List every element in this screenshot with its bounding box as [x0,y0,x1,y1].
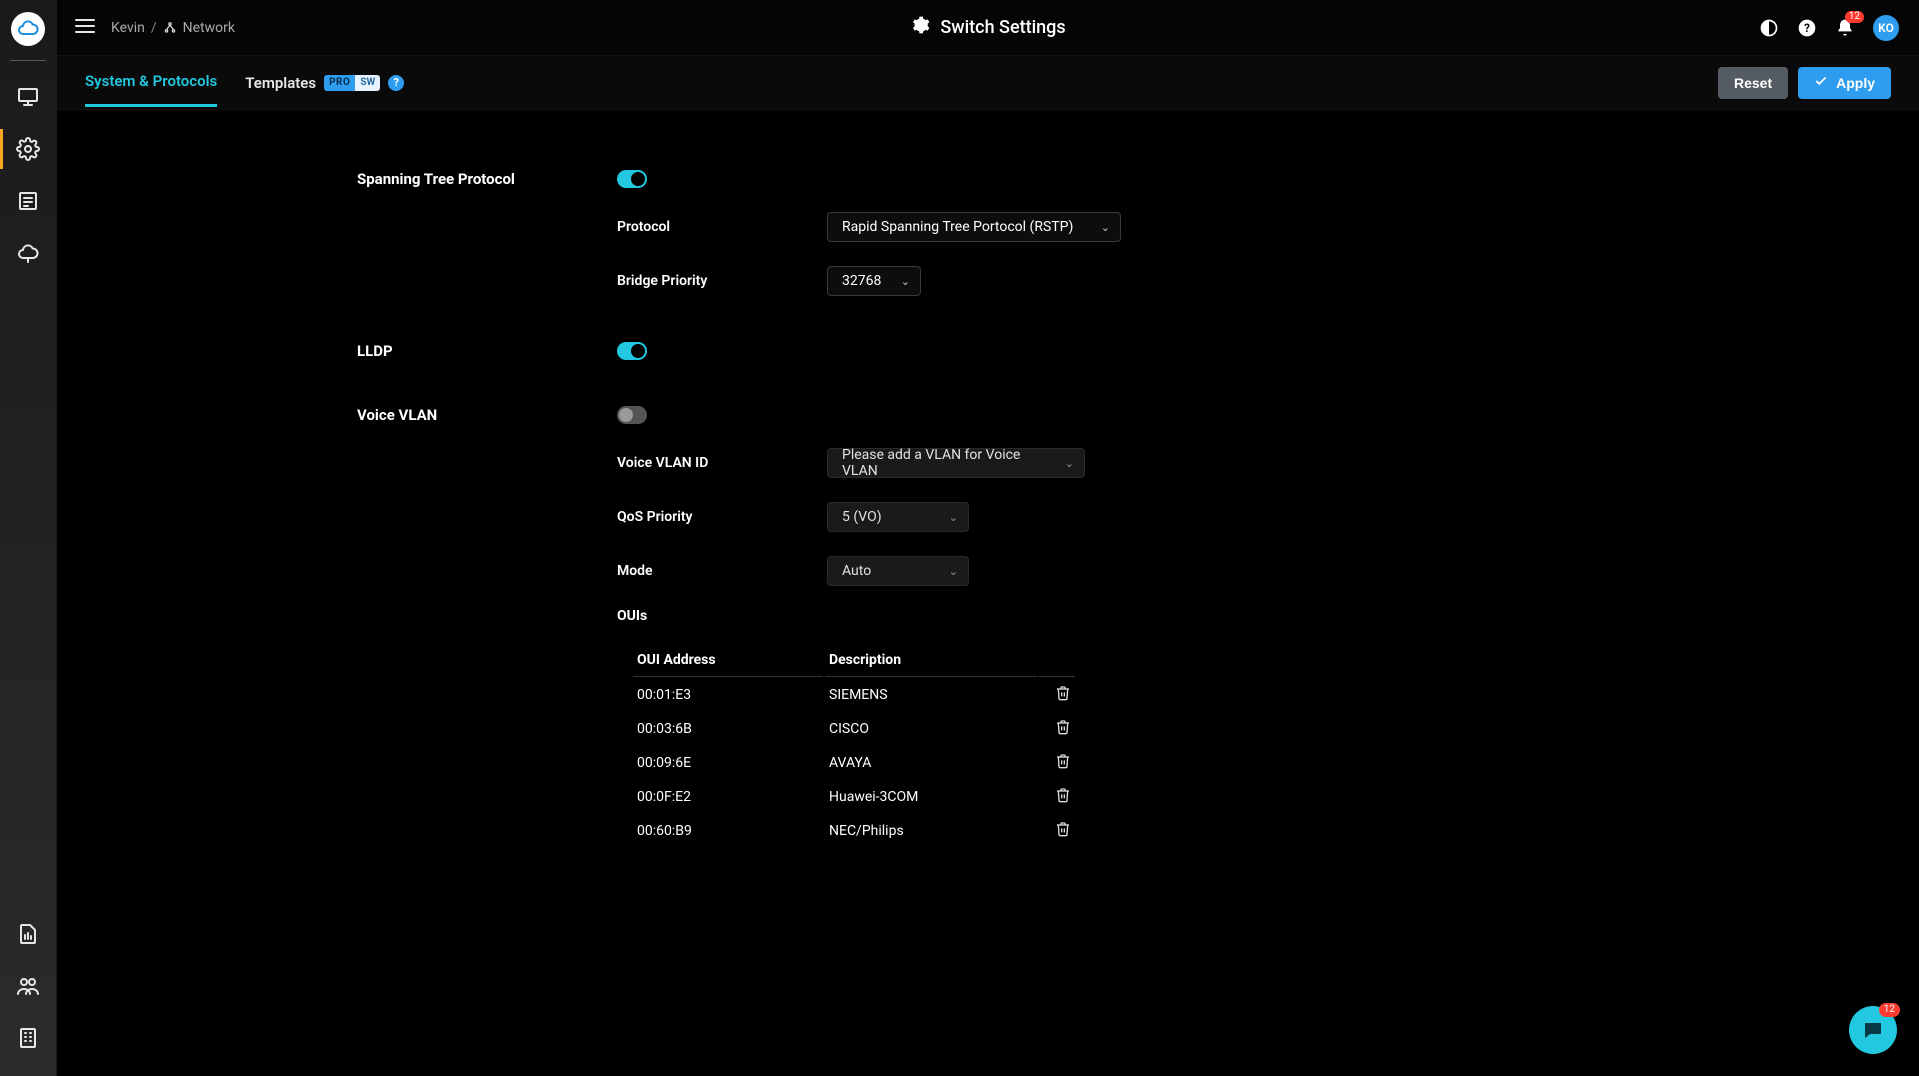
trash-icon[interactable] [1055,757,1071,773]
trash-icon[interactable] [1055,723,1071,739]
section-stp: Spanning Tree Protocol Protocol Rapid Sp… [357,170,1357,296]
chevron-down-icon: ⌄ [1065,457,1074,470]
protocol-select[interactable]: Rapid Spanning Tree Portocol (RSTP) ⌄ [827,212,1121,242]
voice-vlan-id-value: Please add a VLAN for Voice VLAN [842,447,1049,479]
oui-desc: NEC/Philips [825,815,1037,847]
ouis-col-desc: Description [825,644,1037,677]
gear-icon [910,15,930,40]
breadcrumb: Kevin / Network [111,20,235,36]
ouis-block: OUIs OUI Address Description 00:01:E3SIE… [617,608,1357,849]
oui-addr: 00:09:6E [633,747,823,779]
voice-vlan-title: Voice VLAN [357,406,617,424]
section-voice-vlan: Voice VLAN Voice VLAN ID Please add a VL… [357,406,1357,849]
pro-sw-badge: PROSW [324,75,380,91]
nav-monitor[interactable] [0,71,56,123]
trash-icon[interactable] [1055,689,1071,705]
tab-templates[interactable]: Templates PROSW ? [245,60,404,106]
section-lldp: LLDP [357,342,1357,360]
lldp-toggle[interactable] [617,342,647,360]
qos-priority-select[interactable]: 5 (VO) ⌄ [827,502,969,532]
table-row: 00:01:E3SIEMENS [633,679,1075,711]
app-sidebar [0,0,57,1076]
ouis-table: OUI Address Description 00:01:E3SIEMENS0… [631,642,1077,849]
nav-users[interactable] [0,960,56,1012]
chevron-down-icon: ⌄ [949,511,958,524]
help-icon[interactable]: ? [1797,18,1817,38]
table-row: 00:03:6BCISCO [633,713,1075,745]
voice-vlan-id-label: Voice VLAN ID [617,455,827,471]
lldp-title: LLDP [357,342,617,360]
bridge-priority-label: Bridge Priority [617,273,827,289]
app-header: Kevin / Network Switch Settings ? 12 KO [57,0,1919,56]
check-icon [1814,74,1828,91]
ouis-label: OUIs [617,608,1357,624]
trash-icon[interactable] [1055,791,1071,807]
oui-addr: 00:60:B9 [633,815,823,847]
oui-desc: AVAYA [825,747,1037,779]
table-row: 00:0F:E2Huawei-3COM [633,781,1075,813]
table-row: 00:09:6EAVAYA [633,747,1075,779]
chat-bubble[interactable]: 12 [1849,1006,1897,1054]
table-row: 00:60:B9NEC/Philips [633,815,1075,847]
app-logo[interactable] [11,12,45,46]
bell-badge: 12 [1845,11,1864,23]
chat-badge: 12 [1879,1003,1900,1017]
protocol-label: Protocol [617,219,827,235]
oui-addr: 00:0F:E2 [633,781,823,813]
bell-icon[interactable]: 12 [1835,18,1855,38]
bridge-priority-select[interactable]: 32768 ⌄ [827,266,921,296]
tab-system-protocols[interactable]: System & Protocols [85,58,217,107]
avatar[interactable]: KO [1873,15,1899,41]
mode-value: Auto [842,563,871,579]
mode-select[interactable]: Auto ⌄ [827,556,969,586]
breadcrumb-user[interactable]: Kevin [111,20,145,36]
qos-priority-value: 5 (VO) [842,509,882,525]
voice-vlan-toggle[interactable] [617,406,647,424]
page-title: Switch Settings [910,15,1065,40]
nav-reports[interactable] [0,175,56,227]
sidebar-divider [10,60,46,61]
voice-vlan-id-select[interactable]: Please add a VLAN for Voice VLAN ⌄ [827,448,1085,478]
ouis-col-addr: OUI Address [633,644,823,677]
chevron-down-icon: ⌄ [1101,221,1110,234]
network-icon [163,21,177,35]
apply-button[interactable]: Apply [1798,67,1891,99]
trash-icon[interactable] [1055,825,1071,841]
apply-button-label: Apply [1836,75,1875,91]
qos-priority-label: QoS Priority [617,509,827,525]
hamburger-menu[interactable] [73,14,97,42]
oui-desc: SIEMENS [825,679,1037,711]
stp-title: Spanning Tree Protocol [357,170,617,188]
oui-addr: 00:03:6B [633,713,823,745]
nav-org[interactable] [0,1012,56,1064]
nav-cloud[interactable] [0,227,56,279]
oui-desc: Huawei-3COM [825,781,1037,813]
mode-label: Mode [617,563,827,579]
reset-button[interactable]: Reset [1718,67,1788,99]
main-content: Spanning Tree Protocol Protocol Rapid Sp… [57,110,1919,1076]
oui-desc: CISCO [825,713,1037,745]
breadcrumb-network[interactable]: Network [183,20,235,36]
chevron-down-icon: ⌄ [949,565,958,578]
svg-text:?: ? [1804,21,1810,35]
info-icon[interactable]: ? [388,75,404,91]
nav-settings[interactable] [0,123,56,175]
oui-addr: 00:01:E3 [633,679,823,711]
contrast-icon[interactable] [1759,18,1779,38]
breadcrumb-sep: / [151,20,157,36]
chevron-down-icon: ⌄ [901,275,910,288]
protocol-select-value: Rapid Spanning Tree Portocol (RSTP) [842,219,1073,235]
bridge-priority-value: 32768 [842,273,881,289]
tab-templates-label: Templates [245,74,316,92]
tab-bar: System & Protocols Templates PROSW ? Res… [57,56,1919,110]
nav-file-stats[interactable] [0,908,56,960]
stp-toggle[interactable] [617,170,647,188]
page-title-text: Switch Settings [940,17,1065,38]
